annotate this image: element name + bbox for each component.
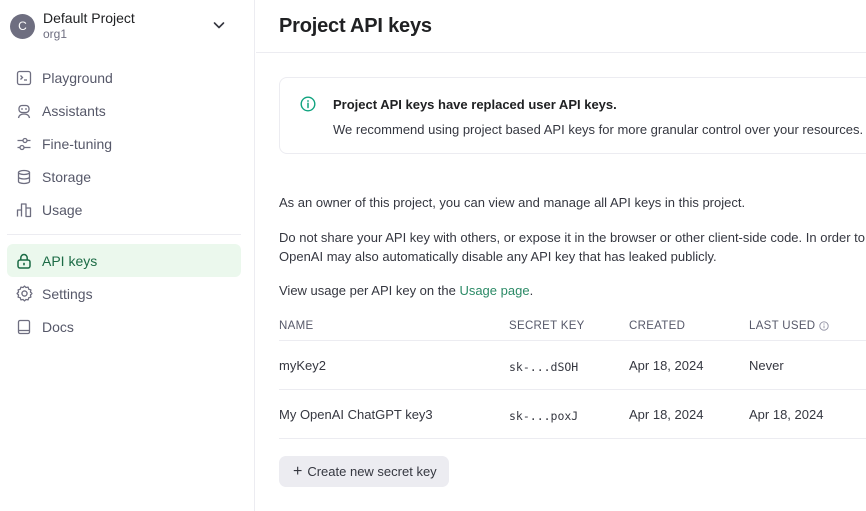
sidebar-divider [7,234,241,235]
created-date: Apr 18, 2024 [629,358,704,373]
page-header: Project API keys [256,0,866,53]
notice-body: We recommend using project based API key… [333,122,864,137]
sidebar-item-label: API keys [42,252,98,269]
key-name: My OpenAI ChatGPT key3 [279,407,433,422]
secret-key: sk-...dSOH [509,360,579,374]
org-name: org1 [43,27,68,41]
main-content: Project API keys Project API keys have r… [256,0,866,511]
secret-key: sk-...poxJ [509,409,579,423]
gear-icon [15,285,33,303]
project-name: Default Project [43,10,135,26]
bar-chart-icon [15,201,33,219]
info-icon [300,96,316,112]
terminal-icon [15,69,33,87]
last-used: Never [749,358,784,373]
table-row: My OpenAI ChatGPT key3 sk-...poxJ Apr 18… [279,390,866,439]
sidebar: C Default Project org1 Playground Assist… [0,0,255,511]
info-notice: Project API keys have replaced user API … [279,77,866,154]
chevron-down-icon[interactable] [212,18,226,32]
column-header-last-used-label: LAST USED [749,320,816,332]
table-header: NAME SECRET KEY CREATED LAST USED [279,312,866,341]
notice-title: Project API keys have replaced user API … [333,97,617,112]
sidebar-item-label: Assistants [42,102,106,119]
sidebar-nav: Playground Assistants Fine-tuning Storag… [7,61,241,343]
key-name: myKey2 [279,358,326,373]
api-keys-table: NAME SECRET KEY CREATED LAST USED myKey2… [279,312,866,439]
usage-page-link[interactable]: Usage page [459,283,529,298]
sidebar-item-label: Storage [42,168,92,185]
column-header-last-used: LAST USED [749,320,830,332]
column-header-name: NAME [279,320,314,332]
security-text-line1: Do not share your API key with others, o… [279,230,866,245]
sidebar-item-fine-tuning[interactable]: Fine-tuning [7,127,241,160]
sidebar-item-api-keys[interactable]: API keys [7,244,241,277]
sidebar-item-label: Settings [42,285,93,302]
table-row: myKey2 sk-...dSOH Apr 18, 2024 Never [279,341,866,390]
owner-text: As an owner of this project, you can vie… [279,195,746,210]
sidebar-item-settings[interactable]: Settings [7,277,241,310]
project-selector[interactable]: C Default Project org1 [10,8,240,44]
sidebar-item-usage[interactable]: Usage [7,193,241,226]
sidebar-item-playground[interactable]: Playground [7,61,241,94]
create-secret-key-button[interactable]: + Create new secret key [279,456,449,487]
book-icon [15,318,33,336]
sidebar-item-label: Docs [42,318,74,335]
sidebar-item-storage[interactable]: Storage [7,160,241,193]
create-secret-key-label: Create new secret key [307,464,437,479]
usage-prefix: View usage per API key on the [279,283,460,298]
robot-icon [15,102,33,120]
sliders-icon [15,135,33,153]
sidebar-item-docs[interactable]: Docs [7,310,241,343]
column-header-secret-key: SECRET KEY [509,320,585,332]
usage-text: View usage per API key on the Usage page… [279,281,533,300]
security-text-line2: OpenAI may also automatically disable an… [279,249,717,264]
sidebar-item-label: Usage [42,201,83,218]
column-header-created: CREATED [629,320,686,332]
plus-icon: + [293,462,303,480]
sidebar-item-assistants[interactable]: Assistants [7,94,241,127]
info-icon[interactable] [819,321,830,331]
page-title: Project API keys [279,14,432,37]
database-icon [15,168,33,186]
sidebar-item-label: Fine-tuning [42,135,113,152]
last-used: Apr 18, 2024 [749,407,824,422]
created-date: Apr 18, 2024 [629,407,704,422]
avatar: C [10,13,35,39]
lock-icon [15,252,33,270]
usage-suffix: . [529,283,534,298]
sidebar-item-label: Playground [42,69,113,86]
